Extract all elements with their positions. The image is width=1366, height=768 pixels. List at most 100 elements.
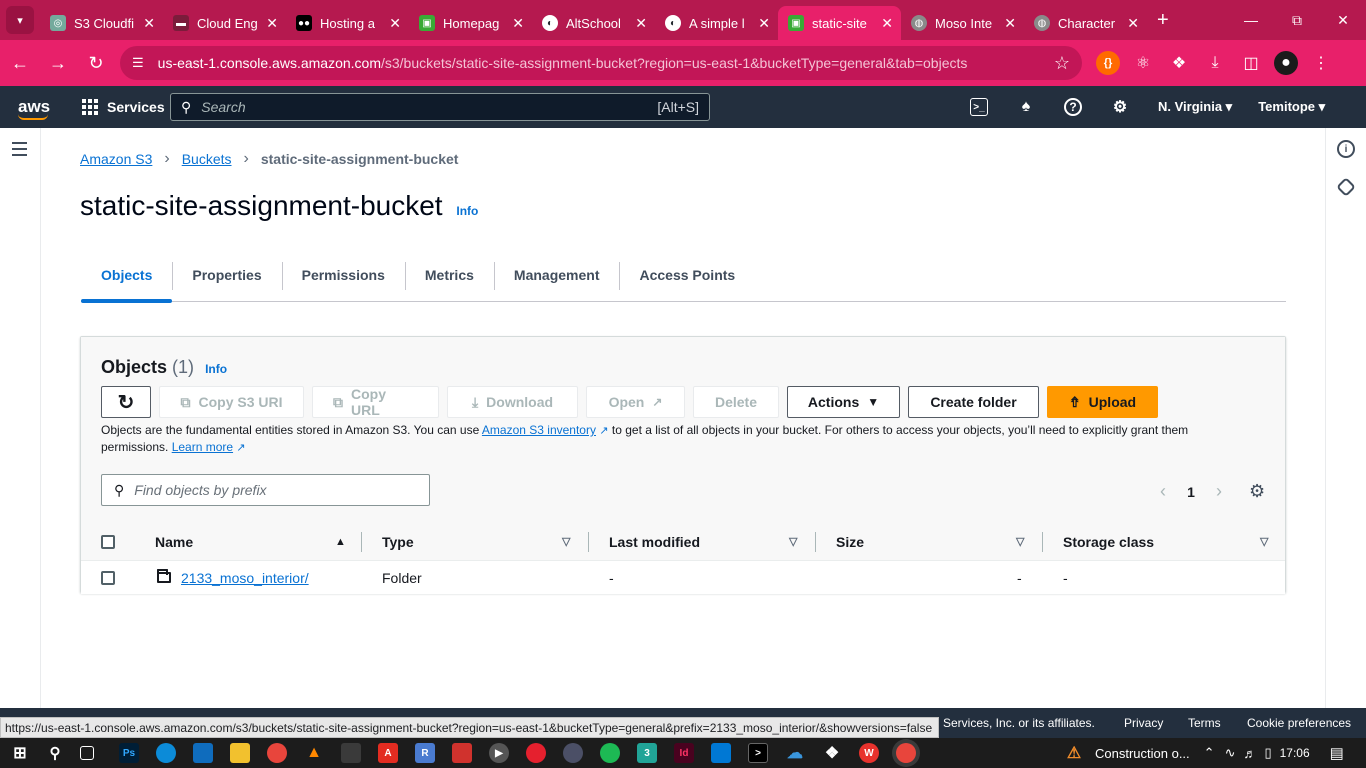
rstudio-icon[interactable]: R	[415, 743, 435, 763]
objects-info-link[interactable]: Info	[205, 362, 227, 376]
onedrive-icon[interactable]: ☁	[785, 743, 805, 763]
footer-cookie-preferences-link[interactable]: Cookie preferences	[1247, 716, 1351, 730]
forward-icon[interactable]: →	[40, 45, 76, 81]
photoshop-icon[interactable]: Ps	[119, 743, 139, 763]
terminal-icon[interactable]: >	[748, 743, 768, 763]
actions-dropdown[interactable]: Actions ▼	[787, 386, 900, 418]
chrome-active-icon[interactable]	[896, 743, 916, 763]
weather-text[interactable]: Construction o...	[1095, 746, 1190, 761]
tab-properties[interactable]: Properties	[172, 248, 281, 302]
download-icon[interactable]: ⤓	[1202, 48, 1228, 78]
extensions-puzzle-icon[interactable]: ❖	[1166, 48, 1192, 78]
settings-gear-icon[interactable]: ⚙	[1108, 95, 1132, 119]
tab-access-points[interactable]: Access Points	[619, 248, 755, 302]
git-icon[interactable]	[452, 743, 472, 763]
sort-icon[interactable]: ▽	[789, 535, 797, 548]
table-preferences-gear-icon[interactable]: ⚙	[1249, 481, 1265, 502]
upload-button[interactable]: ⇮ Upload	[1047, 386, 1158, 418]
close-tab-icon[interactable]: ✕	[143, 15, 155, 32]
row-checkbox[interactable]	[101, 570, 115, 585]
chrome-icon[interactable]	[267, 743, 287, 763]
json-extension-icon[interactable]: {}	[1096, 51, 1120, 75]
sort-icon[interactable]: ▽	[1016, 535, 1024, 548]
close-tab-icon[interactable]: ✕	[1004, 15, 1016, 32]
find-objects-input[interactable]: ⚲ Find objects by prefix	[101, 474, 430, 506]
address-bar[interactable]: ☰ us-east-1.console.aws.amazon.com/s3/bu…	[120, 46, 1082, 80]
services-menu[interactable]: Services	[82, 99, 165, 115]
clock-time[interactable]: 17:06	[1280, 746, 1310, 760]
close-tab-icon[interactable]: ✕	[266, 15, 278, 32]
side-panel-icon[interactable]: ◫	[1238, 48, 1264, 78]
task-view-icon[interactable]	[80, 746, 94, 760]
title-info-link[interactable]: Info	[456, 204, 478, 218]
previous-page-icon[interactable]: ‹	[1149, 481, 1177, 502]
close-tab-icon[interactable]: ✕	[635, 15, 647, 32]
console-search-input[interactable]: ⚲ Search [Alt+S]	[170, 93, 710, 121]
reload-icon[interactable]: ↻	[78, 45, 114, 81]
tray-chevron-icon[interactable]: ⌃	[1204, 745, 1215, 761]
footer-privacy-link[interactable]: Privacy	[1124, 716, 1163, 730]
info-panel-icon[interactable]: i	[1337, 140, 1355, 158]
close-tab-icon[interactable]: ✕	[881, 15, 893, 32]
aws-logo[interactable]: aws	[18, 97, 52, 120]
obs-icon[interactable]	[563, 743, 583, 763]
download-button[interactable]: ⤓ Download	[447, 386, 578, 418]
breadcrumb-buckets[interactable]: Buckets	[182, 151, 232, 167]
restore-icon[interactable]: ⧉	[1274, 0, 1320, 40]
object-name-link[interactable]: 2133_moso_interior/	[181, 570, 309, 586]
minimize-icon[interactable]: —	[1228, 0, 1274, 40]
media-player-icon[interactable]: ▶	[489, 743, 509, 763]
cloudshell-hex-icon[interactable]	[1336, 177, 1356, 197]
acrobat-icon[interactable]: A	[378, 743, 398, 763]
close-window-icon[interactable]: ✕	[1320, 0, 1366, 40]
new-tab-icon[interactable]: +	[1157, 9, 1169, 32]
refresh-button[interactable]: ↻	[101, 386, 151, 418]
wps-icon[interactable]: W	[859, 743, 879, 763]
mail-icon[interactable]	[193, 743, 213, 763]
create-folder-button[interactable]: Create folder	[908, 386, 1039, 418]
s3-inventory-link[interactable]: Amazon S3 inventory	[482, 423, 596, 437]
browser-tab[interactable]: ◍ Character ✕	[1024, 6, 1147, 40]
browser-tab[interactable]: ◍ Moso Inte ✕	[901, 6, 1024, 40]
notifications-bell-icon[interactable]: ♠	[1014, 95, 1038, 119]
vscode-icon[interactable]	[711, 743, 731, 763]
column-header-size[interactable]: Size ▽	[836, 523, 1036, 561]
close-tab-icon[interactable]: ✕	[1127, 15, 1139, 32]
sort-icon[interactable]: ▽	[562, 535, 570, 548]
table-row[interactable]: 2133_moso_interior/ Folder - - -	[81, 561, 1285, 594]
select-all-checkbox[interactable]	[101, 534, 115, 549]
notification-center-icon[interactable]: ▤	[1330, 744, 1344, 762]
volume-icon[interactable]: ♬	[1243, 746, 1256, 761]
back-icon[interactable]: ←	[2, 45, 38, 81]
copy-s3-uri-button[interactable]: ⧉ Copy S3 URI	[159, 386, 304, 418]
current-page-number[interactable]: 1	[1177, 484, 1205, 500]
calculator-icon[interactable]	[341, 743, 361, 763]
sort-ascending-icon[interactable]: ▲	[335, 536, 346, 548]
copy-url-button[interactable]: ⧉ Copy URL	[312, 386, 439, 418]
learn-more-link[interactable]: Learn more	[172, 440, 233, 454]
search-icon[interactable]: ⚲	[45, 743, 65, 763]
react-extension-icon[interactable]: ⚛	[1130, 48, 1156, 78]
profile-avatar[interactable]: ●	[1274, 51, 1298, 75]
account-menu[interactable]: Temitope ▾	[1258, 99, 1325, 115]
windows-start-icon[interactable]: ⊞	[10, 743, 30, 763]
spotify-icon[interactable]	[600, 743, 620, 763]
browser-tab[interactable]: ◐ A simple l ✕	[655, 6, 778, 40]
edge-icon[interactable]	[156, 743, 176, 763]
column-header-name[interactable]: Name ▲	[155, 523, 355, 561]
breadcrumb-amazon-s3[interactable]: Amazon S3	[80, 151, 152, 167]
browser-tab-active[interactable]: ▣ static-site ✕	[778, 6, 901, 40]
delete-button[interactable]: Delete	[693, 386, 779, 418]
column-header-last-modified[interactable]: Last modified ▽	[609, 523, 809, 561]
bookmark-star-icon[interactable]: ☆	[1054, 53, 1070, 74]
column-header-storage-class[interactable]: Storage class ▽	[1063, 523, 1273, 561]
browser-tab[interactable]: ◎ S3 Cloudfi ✕	[40, 6, 163, 40]
browser-tab[interactable]: ◐ AltSchool ✕	[532, 6, 655, 40]
opera-icon[interactable]	[526, 743, 546, 763]
browser-tab[interactable]: ●● Hosting a ✕	[286, 6, 409, 40]
tab-search-button[interactable]: ▾	[6, 6, 34, 34]
virtualbox-icon[interactable]: ❖	[822, 743, 842, 763]
help-icon[interactable]: ?	[1064, 98, 1082, 116]
battery-icon[interactable]: ▯	[1264, 745, 1271, 761]
tab-metrics[interactable]: Metrics	[404, 248, 494, 302]
